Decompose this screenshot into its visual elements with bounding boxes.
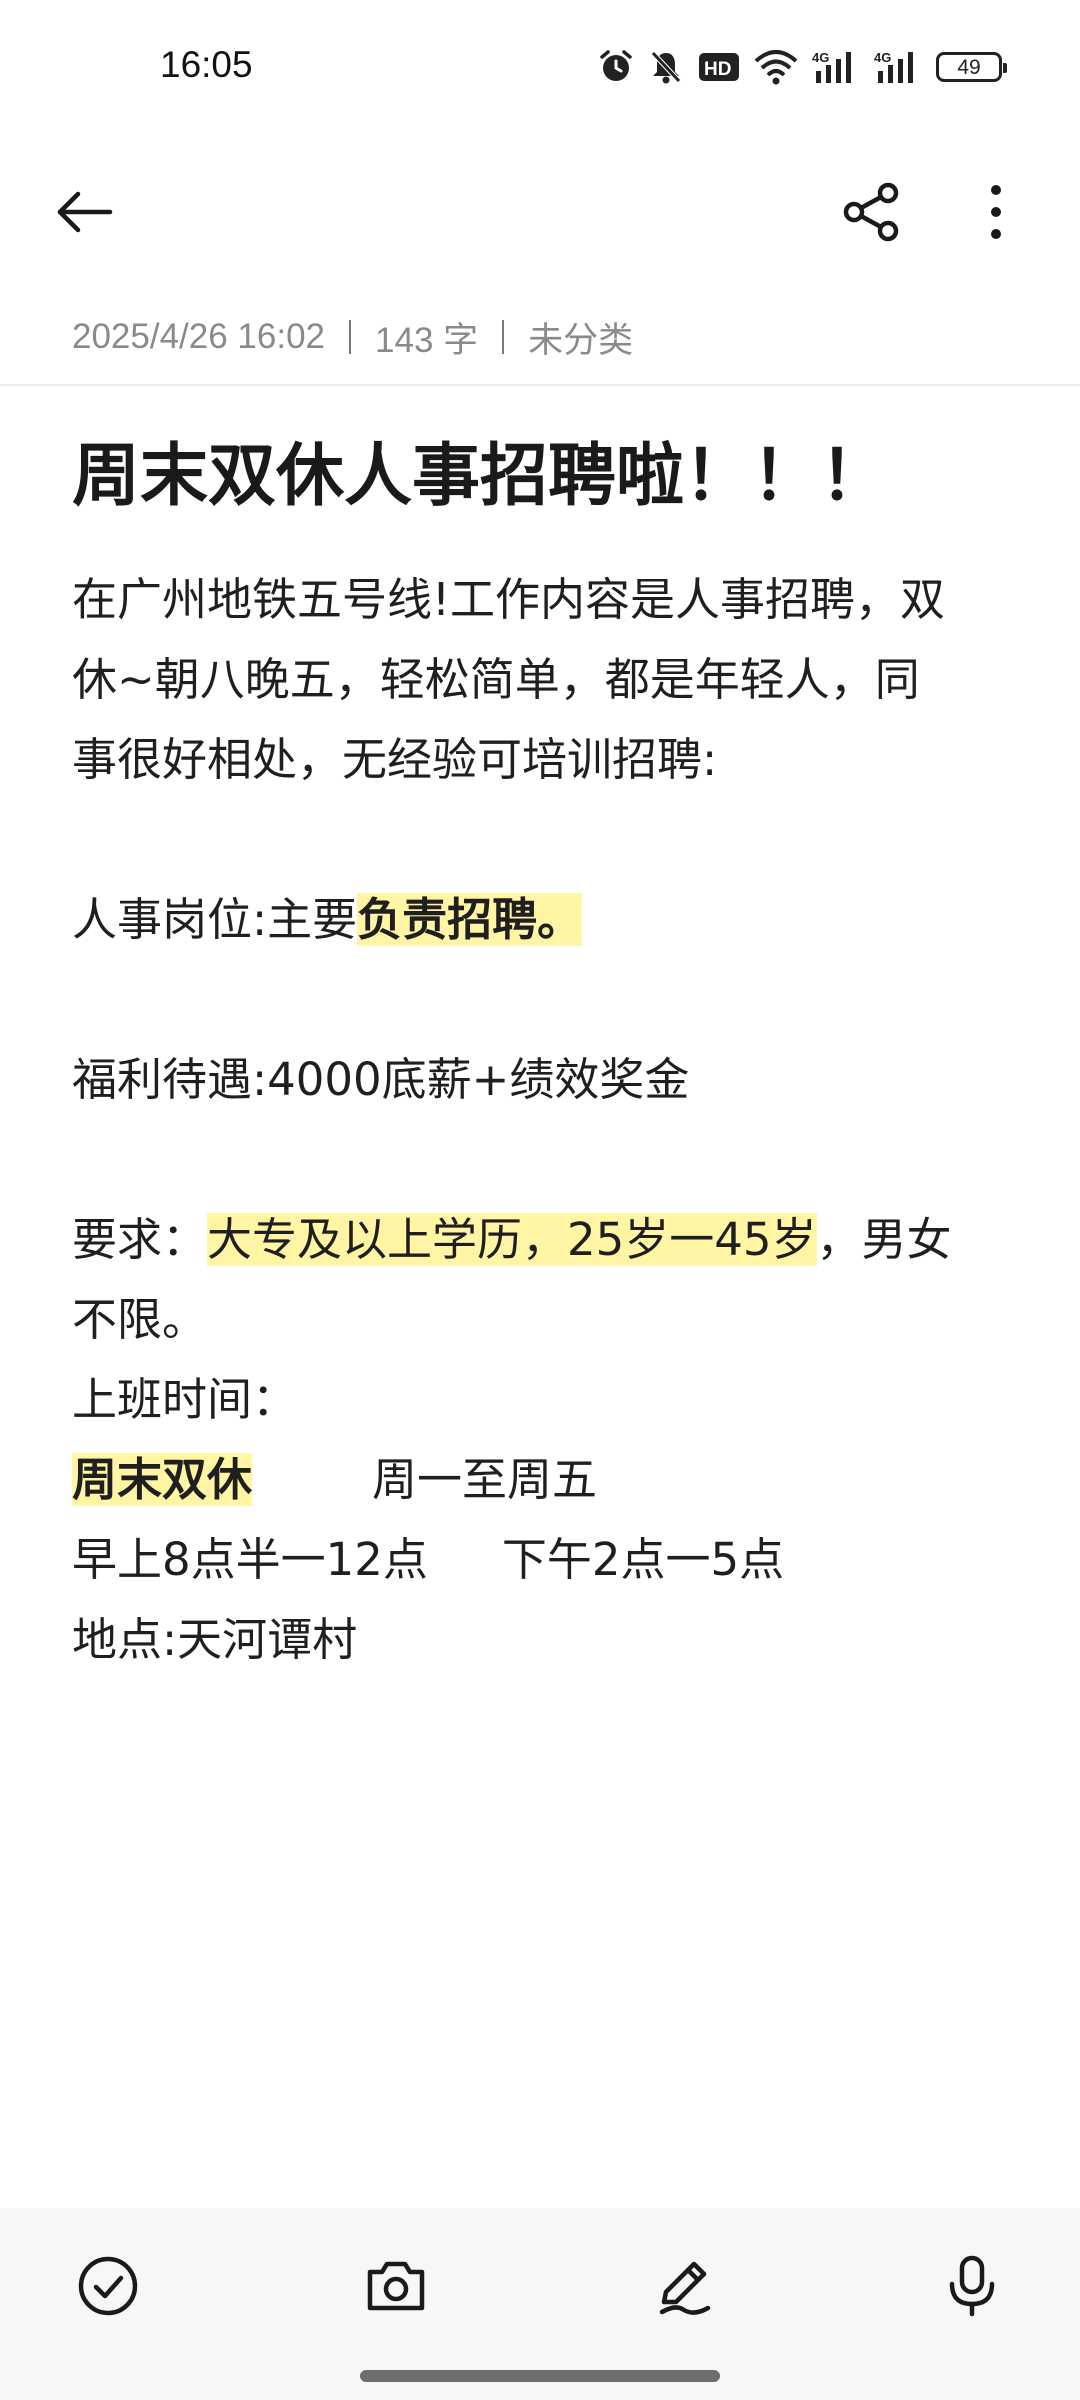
requirement-prefix: 要求：	[72, 1213, 208, 1266]
requirement-line: 要求：大专及以上学历，25岁一45岁，男女	[72, 1200, 1012, 1280]
status-time: 16:05	[160, 44, 253, 85]
svg-text:HD: HD	[704, 59, 731, 80]
alarm-icon	[598, 49, 634, 85]
meta-separator	[349, 320, 352, 354]
requirement-suffix: ，男女	[816, 1213, 952, 1266]
battery-level: 49	[957, 55, 981, 79]
highlighted-text: 负责招聘。	[357, 893, 583, 946]
position-line: 人事岗位:主要负责招聘。	[72, 880, 1012, 960]
highlighted-text: 大专及以上学历，25岁一45岁	[207, 1213, 817, 1266]
check-circle-icon	[78, 2256, 138, 2316]
battery-icon: 49	[936, 52, 1007, 82]
more-vertical-icon	[991, 185, 1001, 239]
position-prefix: 人事岗位:主要	[72, 893, 358, 946]
meta-divider	[0, 384, 1080, 386]
microphone-icon	[949, 2255, 995, 2317]
body-line: 事很好相处，无经验可培训招聘:	[72, 733, 718, 786]
signal-icon: 4G	[812, 49, 860, 85]
hours-days-line: 周末双休 周一至周五	[72, 1440, 1012, 1520]
note-date: 2025/4/26 16:02	[72, 317, 326, 356]
home-indicator[interactable]	[360, 2370, 720, 2382]
checklist-button[interactable]	[70, 2248, 146, 2324]
note-toolbar	[0, 150, 1080, 275]
body-line: 不限。	[72, 1293, 208, 1346]
mute-icon	[648, 49, 684, 85]
highlighted-text: 周末双休	[72, 1453, 253, 1506]
meta-separator	[502, 320, 505, 354]
body-line: 在广州地铁五号线!工作内容是人事招聘，双	[72, 573, 946, 626]
share-icon	[843, 182, 899, 242]
handwriting-button[interactable]	[646, 2248, 722, 2324]
note-body[interactable]: 在广州地铁五号线!工作内容是人事招聘，双 休~朝八晚五，轻松简单，都是年轻人，同…	[72, 560, 1012, 1680]
hours-afternoon: 下午2点一5点	[501, 1533, 785, 1586]
status-icons: HD 4G 4G 49	[598, 46, 1007, 88]
voice-input-button[interactable]	[934, 2248, 1010, 2324]
status-bar: 16:05 HD 4G 4G 49	[0, 0, 1080, 135]
welfare-line: 福利待遇:4000底薪+绩效奖金	[72, 1053, 690, 1106]
camera-button[interactable]	[358, 2248, 434, 2324]
note-meta: 2025/4/26 16:02 143 字 未分类	[72, 312, 633, 362]
hours-weekdays: 周一至周五	[372, 1453, 598, 1506]
note-title[interactable]: 周末双休人事招聘啦！！！	[72, 432, 1032, 522]
more-options-button[interactable]	[968, 178, 1024, 246]
hd-icon: HD	[698, 50, 740, 84]
back-button[interactable]	[48, 180, 120, 244]
signal-icon: 4G	[874, 49, 922, 85]
hours-label: 上班时间：	[72, 1373, 298, 1426]
note-category[interactable]: 未分类	[528, 312, 633, 363]
location-line: 地点:天河谭村	[72, 1613, 358, 1666]
word-count: 143 字	[375, 320, 479, 360]
camera-icon	[367, 2261, 425, 2311]
hours-time-line: 早上8点半一12点 下午2点一5点	[72, 1520, 1012, 1600]
body-line: 休~朝八晚五，轻松简单，都是年轻人，同	[72, 653, 920, 706]
svg-text:4G: 4G	[874, 50, 891, 65]
arrow-left-icon	[57, 191, 113, 233]
hours-morning: 早上8点半一12点	[72, 1533, 428, 1586]
svg-text:4G: 4G	[812, 50, 829, 65]
share-button[interactable]	[838, 178, 906, 246]
pen-icon	[659, 2261, 711, 2315]
wifi-icon	[754, 49, 798, 85]
